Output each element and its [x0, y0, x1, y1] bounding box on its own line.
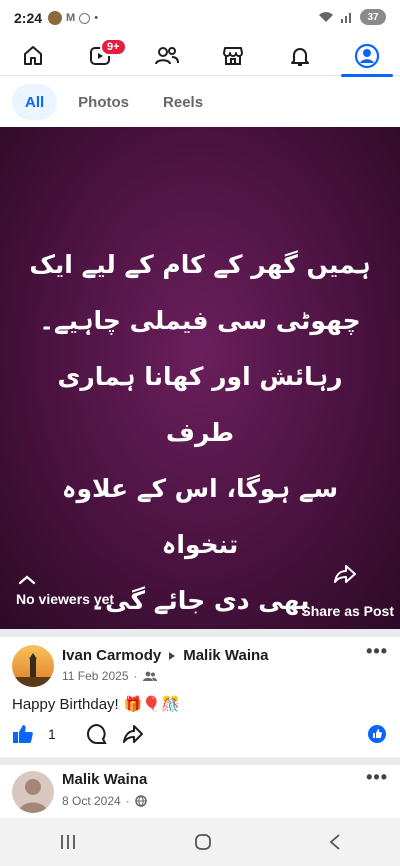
post-text: Happy Birthday!: [12, 695, 119, 713]
separator-dot: ·: [133, 669, 138, 683]
marketplace-tab[interactable]: [203, 36, 263, 76]
post-card: Ivan Carmody Malik Waina 11 Feb 2025 · •…: [0, 637, 400, 757]
filter-tabs: All Photos Reels: [0, 78, 400, 126]
avatar[interactable]: [12, 771, 54, 813]
battery-indicator: 37: [360, 9, 386, 25]
tab-photos[interactable]: Photos: [65, 84, 142, 120]
share-as-post-button[interactable]: Share as Post: [301, 603, 394, 619]
divider: [0, 757, 400, 765]
top-nav: 9+: [0, 36, 400, 77]
signal-icon: [341, 13, 351, 23]
friends-audience-icon: [142, 671, 157, 681]
story-text: ہمیں گھر کے کام کے لیے ایک چھوٹی سی فیمل…: [20, 237, 380, 629]
gmail-icon: M: [66, 12, 76, 24]
bell-icon: [290, 47, 309, 66]
profile-notification-icon: [48, 11, 63, 25]
system-nav-bar: [0, 818, 400, 866]
post-author[interactable]: Malik Waina: [62, 771, 147, 788]
back-icon[interactable]: [328, 833, 342, 851]
pinterest-icon: [79, 12, 91, 24]
profile-tab[interactable]: [337, 36, 397, 77]
share-post-icon[interactable]: [122, 724, 144, 744]
friends-tab[interactable]: [137, 36, 197, 76]
wifi-icon: [319, 12, 333, 22]
friends-icon: [154, 46, 179, 64]
viewers-label: No viewers yet: [16, 591, 115, 607]
reaction-like-icon: [368, 725, 386, 743]
video-tab[interactable]: 9+: [70, 36, 130, 76]
post-card: Malik Waina 8 Oct 2024 · •••: [0, 765, 400, 818]
post-date: 11 Feb 2025: [62, 669, 129, 683]
recent-apps-icon[interactable]: [58, 833, 78, 851]
comment-icon[interactable]: [86, 723, 108, 745]
story-line: ہمیں گھر کے کام کے لیے ایک: [29, 250, 371, 279]
tab-reels[interactable]: Reels: [150, 84, 216, 120]
avatar[interactable]: [12, 645, 54, 687]
story-card[interactable]: ہمیں گھر کے کام کے لیے ایک چھوٹی سی فیمل…: [0, 127, 400, 629]
like-count: 1: [48, 726, 56, 742]
post-author[interactable]: Ivan Carmody: [62, 647, 161, 664]
status-time: 2:24: [14, 10, 43, 26]
caret-right-icon: [169, 651, 176, 660]
home-tab[interactable]: [3, 36, 63, 76]
profile-icon: [354, 43, 379, 68]
story-line: رہائش اور کھانا ہماری طرف: [57, 362, 343, 447]
divider: [0, 629, 400, 637]
post-emoji: 🎁🎈🎊: [123, 696, 180, 713]
like-icon[interactable]: [12, 724, 34, 744]
chevron-up-icon[interactable]: [18, 575, 36, 585]
notification-badge: 9+: [99, 37, 127, 56]
home-button-icon[interactable]: [193, 832, 213, 852]
story-line: سے ہوگا، اس کے علاوہ تنخواہ: [61, 474, 339, 559]
share-icon[interactable]: [332, 563, 358, 585]
tab-all[interactable]: All: [12, 84, 58, 120]
post-target[interactable]: Malik Waina: [183, 647, 268, 664]
story-line: چھوٹی سی فیملی چاہیے۔: [39, 306, 361, 335]
notifications-tab[interactable]: [270, 36, 330, 76]
separator-dot: ·: [125, 794, 130, 808]
home-icon: [24, 45, 43, 65]
dot-icon: •: [94, 12, 99, 24]
avatar-photo-icon: [18, 779, 48, 813]
more-options-button[interactable]: •••: [366, 767, 388, 788]
marketplace-icon: [223, 46, 244, 65]
status-bar: 2:24 M • 37: [0, 0, 400, 36]
more-options-button[interactable]: •••: [366, 641, 388, 662]
post-date: 8 Oct 2024: [62, 794, 121, 808]
lighthouse-icon: [12, 653, 54, 687]
globe-icon: [134, 795, 147, 807]
